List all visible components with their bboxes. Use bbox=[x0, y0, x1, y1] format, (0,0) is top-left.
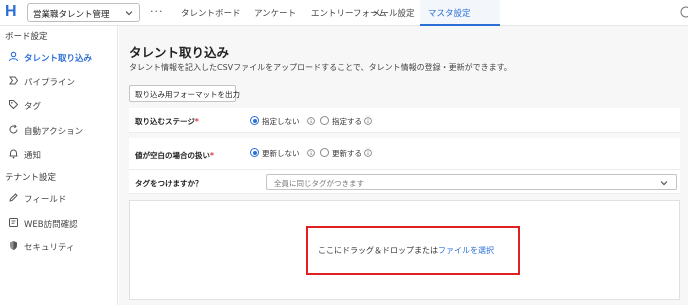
tag-icon bbox=[9, 100, 19, 110]
workspace-select[interactable]: 営業職タレント管理 bbox=[27, 3, 140, 22]
top-bar: H 営業職タレント管理 ··· タレントボード アンケート エントリーフォーム … bbox=[0, 0, 688, 26]
sidebar-item-field[interactable]: フィールド bbox=[0, 187, 117, 209]
app-logo[interactable]: H bbox=[5, 3, 19, 21]
chevron-down-icon bbox=[125, 11, 133, 16]
sidebar-item-pipeline[interactable]: パイプライン bbox=[0, 70, 117, 92]
tab-master-settings[interactable]: マスタ設定 bbox=[428, 7, 471, 19]
sidebar-item-security[interactable]: セキュリティ bbox=[0, 235, 117, 257]
empty-radio-update[interactable] bbox=[320, 148, 329, 157]
sidebar-item-label: WEB訪問確認 bbox=[24, 220, 78, 230]
tab-mail-settings[interactable]: メール設定 bbox=[372, 7, 415, 19]
chevron-down-icon bbox=[660, 181, 668, 186]
sidebar-item-notification[interactable]: 通知 bbox=[0, 143, 117, 165]
pencil-icon bbox=[9, 193, 18, 202]
stage-setting-row: 取り込むステージ* 指定しない 指定する bbox=[129, 108, 680, 133]
sidebar-item-label: タグ bbox=[24, 102, 42, 112]
page-title: タレント取り込み bbox=[129, 45, 230, 60]
refresh-icon bbox=[9, 124, 18, 134]
required-mark: * bbox=[194, 117, 199, 126]
sidebar-item-tag[interactable]: タグ bbox=[0, 94, 117, 116]
stage-setting-label: 取り込むステージ* bbox=[135, 117, 199, 126]
bell-icon bbox=[9, 149, 18, 159]
export-format-button-label: 取り込み用フォーマットを出力 bbox=[135, 90, 240, 99]
workspace-select-value: 営業職タレント管理 bbox=[33, 10, 110, 20]
info-icon[interactable] bbox=[307, 149, 315, 157]
sidebar-item-label: 通知 bbox=[24, 151, 42, 161]
stage-radio-specify-label[interactable]: 指定する bbox=[332, 116, 362, 127]
empty-radio-no-update[interactable] bbox=[250, 148, 259, 157]
sidebar-item-label: パイプライン bbox=[24, 78, 76, 88]
tag-select-placeholder: 全員に同じタグがつきます bbox=[274, 179, 364, 188]
sidebar-item-label: フィールド bbox=[24, 195, 67, 205]
info-icon[interactable] bbox=[364, 117, 372, 125]
web-visit-icon bbox=[9, 218, 18, 227]
person-icon bbox=[8, 51, 19, 62]
sidebar-item-web-visit[interactable]: WEB訪問確認 bbox=[0, 212, 117, 234]
tab-survey[interactable]: アンケート bbox=[254, 7, 296, 19]
empty-value-setting-label: 値が空白の場合の扱い* bbox=[135, 151, 214, 160]
file-dropzone[interactable]: ここにドラッグ＆ドロップまたはファイルを選択 bbox=[129, 200, 680, 300]
empty-radio-update-label[interactable]: 更新する bbox=[332, 148, 362, 159]
select-file-link[interactable]: ファイルを選択 bbox=[438, 246, 494, 255]
dropzone-text: ここにドラッグ＆ドロップまたはファイルを選択 bbox=[318, 246, 494, 255]
sidebar-item-auto-action[interactable]: 自動アクション bbox=[0, 119, 117, 141]
sidebar-item-label: 自動アクション bbox=[24, 127, 84, 137]
tag-setting-row: タグをつけますか？ 全員に同じタグがつきます bbox=[129, 170, 680, 194]
tag-setting-label: タグをつけますか？ bbox=[135, 179, 203, 188]
tag-select[interactable]: 全員に同じタグがつきます bbox=[266, 174, 677, 190]
sidebar-item-label: タレント取り込み bbox=[24, 54, 93, 64]
sidebar-item-label: セキュリティ bbox=[24, 243, 75, 253]
empty-radio-no-update-label[interactable]: 更新しない bbox=[262, 148, 300, 159]
empty-value-setting-row: 値が空白の場合の扱い* 更新しない 更新する bbox=[129, 138, 680, 170]
main-content: タレント取り込み タレント情報を記入したCSVファイルをアップロードすることで、… bbox=[119, 26, 688, 305]
sidebar-section-board-settings: ボード設定 bbox=[5, 32, 48, 42]
sidebar: ボード設定 タレント取り込み パイプライン タグ 自動アクション 通知 テナント… bbox=[0, 26, 118, 305]
stage-radio-unspecified-label[interactable]: 指定しない bbox=[262, 116, 300, 127]
export-format-button[interactable]: 取り込み用フォーマットを出力 bbox=[129, 85, 240, 102]
required-mark: * bbox=[210, 151, 214, 160]
more-menu-button[interactable]: ··· bbox=[150, 5, 164, 18]
tab-talent-board[interactable]: タレントボード bbox=[181, 7, 241, 19]
info-icon[interactable] bbox=[364, 149, 372, 157]
sidebar-item-talent-import[interactable]: タレント取り込み bbox=[0, 46, 117, 68]
pipeline-icon bbox=[9, 76, 19, 85]
sidebar-section-tenant-settings: テナント設定 bbox=[5, 173, 57, 183]
stage-radio-specify[interactable] bbox=[320, 116, 329, 125]
page-description: タレント情報を記入したCSVファイルをアップロードすることで、タレント情報の登録… bbox=[129, 63, 512, 72]
shield-icon bbox=[10, 241, 17, 250]
info-icon[interactable] bbox=[307, 117, 315, 125]
stage-radio-unspecified[interactable] bbox=[250, 116, 259, 125]
help-icon[interactable] bbox=[680, 6, 688, 18]
